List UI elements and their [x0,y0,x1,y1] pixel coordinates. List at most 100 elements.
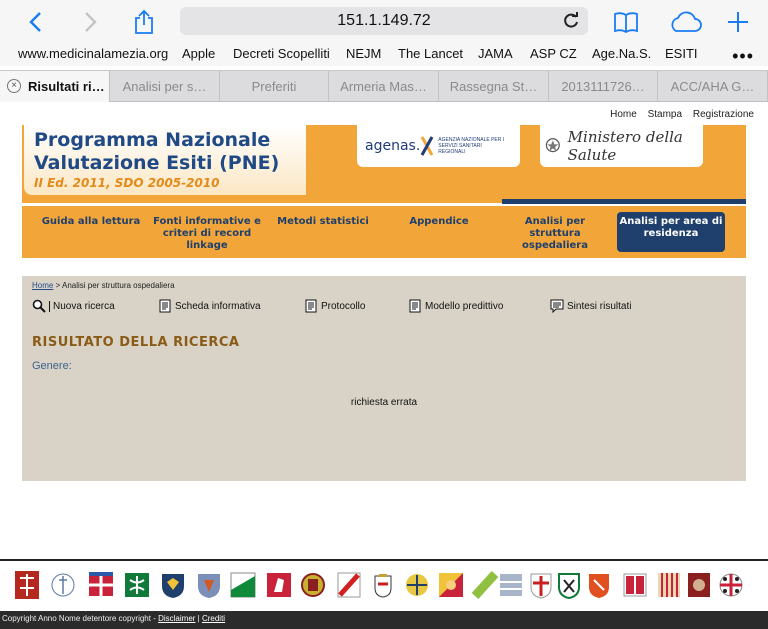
region-emilia-icon[interactable] [230,570,256,600]
region-puglia-icon[interactable] [556,570,582,600]
search-icon [32,299,46,313]
tab-acc-aha[interactable]: ACC/AHA G… [658,71,768,102]
site-subtitle: II Ed. 2011, SDO 2005-2010 [34,176,220,190]
modello-predittivo-label: Modello predittivo [425,300,504,312]
copyright-bar: Copyright Anno Nome detentore copyright … [0,611,768,629]
region-umbria-icon[interactable] [300,570,326,600]
region-abruzzo-icon[interactable] [14,570,40,600]
menu-analisi-struttura[interactable]: Analisi per struttura ospedaliera [510,216,600,252]
bookmark-lancet[interactable]: The Lancet [398,46,463,61]
region-sicilia-icon[interactable] [438,570,464,600]
breadcrumb-current: > Analisi per struttura ospedaliera [53,281,175,290]
protocollo-label: Protocollo [321,300,366,312]
tab-analisi[interactable]: Analisi per s… [110,71,220,102]
bookmark-jama[interactable]: JAMA [478,46,513,61]
region-marche-icon[interactable] [196,570,222,600]
nav-registrazione-link[interactable]: Registrazione [693,109,754,120]
ministero-logo[interactable]: Ministero della Salute [540,125,703,167]
icloud-tabs-icon[interactable] [668,8,702,36]
nuova-ricerca-button[interactable]: Nuova ricerca [32,299,115,313]
region-campania-icon[interactable] [336,570,362,600]
back-icon[interactable] [22,8,50,36]
modello-predittivo-button[interactable]: Modello predittivo [408,299,503,313]
region-trentino-icon[interactable] [622,570,648,600]
more-icon[interactable]: ••• [732,46,754,67]
sintesi-risultati-button[interactable]: Sintesi risultati [550,299,631,313]
tab-risultati[interactable]: × Risultati ri… [0,71,110,102]
region-veneto-icon[interactable] [472,570,498,600]
bookmark-decreti[interactable]: Decreti Scopelliti [233,46,330,61]
site-title-line1: Programma Nazionale [34,129,271,151]
region-lombardia-icon[interactable] [124,570,150,600]
region-calabria-icon[interactable] [404,570,430,600]
nav-home-link[interactable]: Home [610,109,637,120]
sintesi-risultati-label: Sintesi risultati [567,300,632,312]
address-bar[interactable]: 151.1.149.72 [180,7,588,35]
region-sardegna-icon[interactable] [718,570,744,600]
bookmark-esiti[interactable]: ESITI [665,46,698,61]
tab-label: Armeria Mas… [340,79,427,94]
close-icon[interactable]: × [7,79,21,93]
tab-label: Rassegna St… [449,79,538,94]
bookmark-asp-cz[interactable]: ASP CZ [530,46,577,61]
region-lazio-icon[interactable] [586,570,612,600]
menu-fonti[interactable]: Fonti informative e criteri di record li… [148,216,266,252]
share-icon[interactable] [130,8,158,36]
main-content: Home > Analisi per struttura ospedaliera… [22,276,746,481]
url-text: 151.1.149.72 [337,12,431,29]
header-accent-strip [502,199,746,204]
top-navigation: Home Stampa Registrazione [602,109,754,120]
agenas-logo[interactable]: agenas. AGENZIA NAZIONALE PER I SERVIZI … [357,125,520,167]
region-sicilia-shield-icon[interactable] [160,570,186,600]
bookmark-agenas[interactable]: Age.Na.S. [592,46,651,61]
menu-appendice[interactable]: Appendice [388,216,490,228]
region-basilicata-icon[interactable] [50,570,76,600]
region-logos [0,570,768,606]
region-valle-aosta-icon[interactable] [656,570,682,600]
reload-icon[interactable] [562,12,580,30]
disclaimer-link[interactable]: Disclaimer [158,614,195,623]
document-icon [305,299,317,313]
site-title-line2: Valutazione Esiti (PNE) [34,152,280,174]
ministero-logo-text: Ministero della Salute [567,128,683,164]
protocollo-button[interactable]: Protocollo [304,299,365,313]
region-friuli-icon[interactable] [498,570,524,600]
tab-2013[interactable]: 2013111726… [549,71,658,102]
region-toscana-icon[interactable] [266,570,292,600]
bookmark-medicinalamezia[interactable]: www.medicinalamezia.org [18,46,168,61]
tab-label: Risultati ri… [28,79,105,94]
footer-divider [0,559,768,561]
error-message: richiesta errata [350,397,418,408]
tab-rassegna[interactable]: Rassegna St… [439,71,549,102]
menu-analisi-residenza[interactable]: Analisi per area di residenza [617,212,725,252]
main-menu: Guida alla lettura Fonti informative e c… [22,206,746,258]
tab-preferiti[interactable]: Preferiti [220,71,329,102]
crediti-link[interactable]: Crediti [202,614,225,623]
tab-armeria[interactable]: Armeria Mas… [329,71,439,102]
agenas-logo-subtext: AGENZIA NAZIONALE PER I SERVIZI SANITARI… [438,137,505,155]
breadcrumb-home-link[interactable]: Home [32,281,53,290]
new-tab-icon[interactable] [724,8,752,36]
forward-icon[interactable] [76,8,104,36]
tab-label: Preferiti [251,79,297,94]
document-icon [159,299,171,313]
region-bolzano-icon[interactable] [686,570,712,600]
copyright-text: Copyright Anno Nome detentore copyright … [2,614,159,623]
menu-guida[interactable]: Guida alla lettura [40,216,142,228]
comment-icon [550,299,564,313]
bookmark-apple[interactable]: Apple [182,46,215,61]
tab-label: ACC/AHA G… [670,79,755,94]
breadcrumb: Home > Analisi per struttura ospedaliera [32,281,175,290]
region-liguria-icon[interactable] [528,570,554,600]
site-title-box: Programma Nazionale Valutazione Esiti (P… [24,125,306,195]
region-molise-icon[interactable] [370,570,396,600]
region-piemonte-icon[interactable] [88,570,114,600]
site-title: Programma Nazionale Valutazione Esiti (P… [34,129,279,175]
nav-stampa-link[interactable]: Stampa [648,109,682,120]
emblem-icon [545,138,560,153]
scheda-informativa-button[interactable]: Scheda informativa [158,299,261,313]
bookmarks-book-icon[interactable] [612,8,640,36]
bookmark-nejm[interactable]: NEJM [346,46,381,61]
menu-metodi[interactable]: Metodi statistici [272,216,374,228]
scheda-informativa-label: Scheda informativa [175,300,261,312]
